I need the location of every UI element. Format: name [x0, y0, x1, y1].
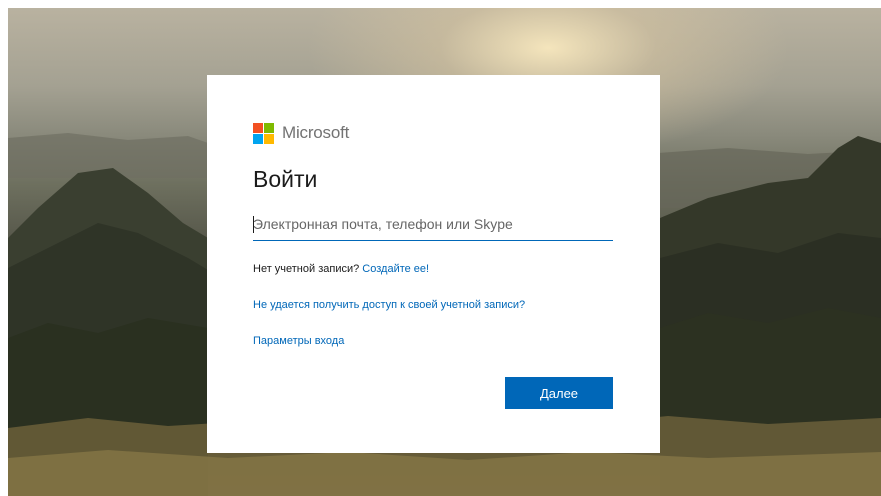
email-input[interactable]	[253, 210, 613, 238]
signin-options-row: Параметры входа	[253, 335, 344, 347]
text-cursor	[253, 216, 254, 233]
page-title: Войти	[253, 166, 318, 192]
logo-green-square	[264, 122, 274, 133]
microsoft-logo-icon	[253, 122, 274, 144]
cant-access-account-link[interactable]: Не удается получить доступ к своей учетн…	[253, 299, 525, 311]
logo-blue-square	[253, 133, 263, 144]
brand-name: Microsoft	[282, 123, 350, 142]
next-button[interactable]: Далее	[505, 377, 613, 409]
no-account-row: Нет учетной записи? Создайте ее!	[253, 263, 429, 275]
signin-card: Microsoft Войти Нет учетной записи? Созд…	[207, 75, 660, 453]
logo-yellow-square	[264, 133, 274, 144]
login-screen: Microsoft Войти Нет учетной записи? Созд…	[0, 0, 881, 496]
create-account-link[interactable]: Создайте ее!	[362, 263, 429, 275]
email-field-container	[253, 210, 613, 241]
no-account-text: Нет учетной записи?	[253, 263, 360, 275]
signin-options-link[interactable]: Параметры входа	[253, 335, 344, 347]
logo-red-square	[253, 122, 263, 133]
microsoft-logo: Microsoft	[253, 121, 349, 145]
cant-access-row: Не удается получить доступ к своей учетн…	[253, 299, 525, 311]
